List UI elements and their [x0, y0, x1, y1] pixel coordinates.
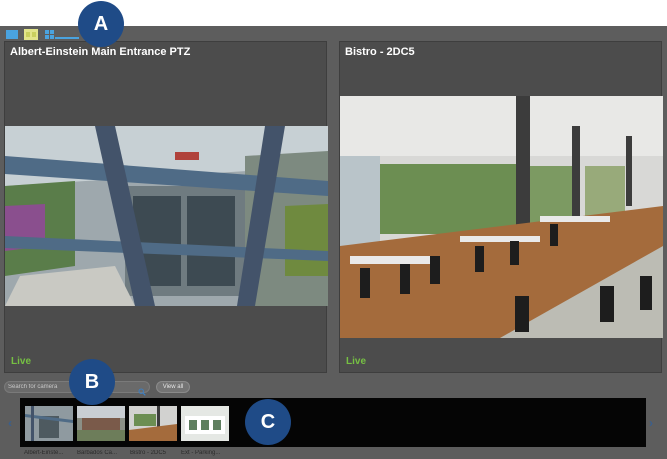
- grid-view-icon: [45, 30, 79, 39]
- thumbnail-label: Ext - Parking...: [181, 450, 221, 456]
- thumbnail-image: [181, 406, 229, 441]
- entrance-video-image: [5, 126, 328, 306]
- two-view-button[interactable]: [24, 29, 38, 40]
- panel-title: Albert-Einstein Main Entrance PTZ: [10, 46, 191, 58]
- bistro-video-image: [340, 96, 663, 338]
- thumbnail-ext-parking[interactable]: [181, 406, 229, 441]
- thumbnail-label: Barbados Ca...: [77, 450, 118, 456]
- camera-panel-main-entrance[interactable]: Albert-Einstein Main Entrance PTZ Live: [4, 41, 328, 373]
- camera-feed-bistro[interactable]: [340, 96, 663, 338]
- callout-b: B: [69, 359, 115, 405]
- live-status: Live: [11, 356, 32, 367]
- thumbnail-label: Albert-Einste...: [24, 450, 64, 456]
- chevron-left-icon[interactable]: ‹: [8, 416, 12, 430]
- thumbnail-bistro[interactable]: [129, 406, 177, 441]
- grid-view-button[interactable]: [45, 29, 79, 40]
- panel-title: Bistro - 2DC5: [345, 46, 415, 58]
- two-view-icon: [24, 29, 38, 40]
- thumbnail-image: [25, 406, 73, 441]
- view-all-button[interactable]: View all: [156, 381, 190, 393]
- camera-panel-bistro[interactable]: Bistro - 2DC5 Live: [339, 41, 663, 373]
- thumbnail-image: [129, 406, 177, 441]
- camera-feed-main-entrance[interactable]: [5, 126, 328, 306]
- live-status: Live: [346, 356, 367, 367]
- thumbnail-image: [77, 406, 125, 441]
- callout-a: A: [78, 1, 124, 47]
- single-view-icon: [6, 30, 18, 39]
- thumbnail-albert-einstein[interactable]: [25, 406, 73, 441]
- single-view-button[interactable]: [6, 29, 18, 40]
- thumbnail-barbados[interactable]: [77, 406, 125, 441]
- callout-c: C: [245, 399, 291, 445]
- chevron-right-icon[interactable]: ›: [649, 416, 653, 430]
